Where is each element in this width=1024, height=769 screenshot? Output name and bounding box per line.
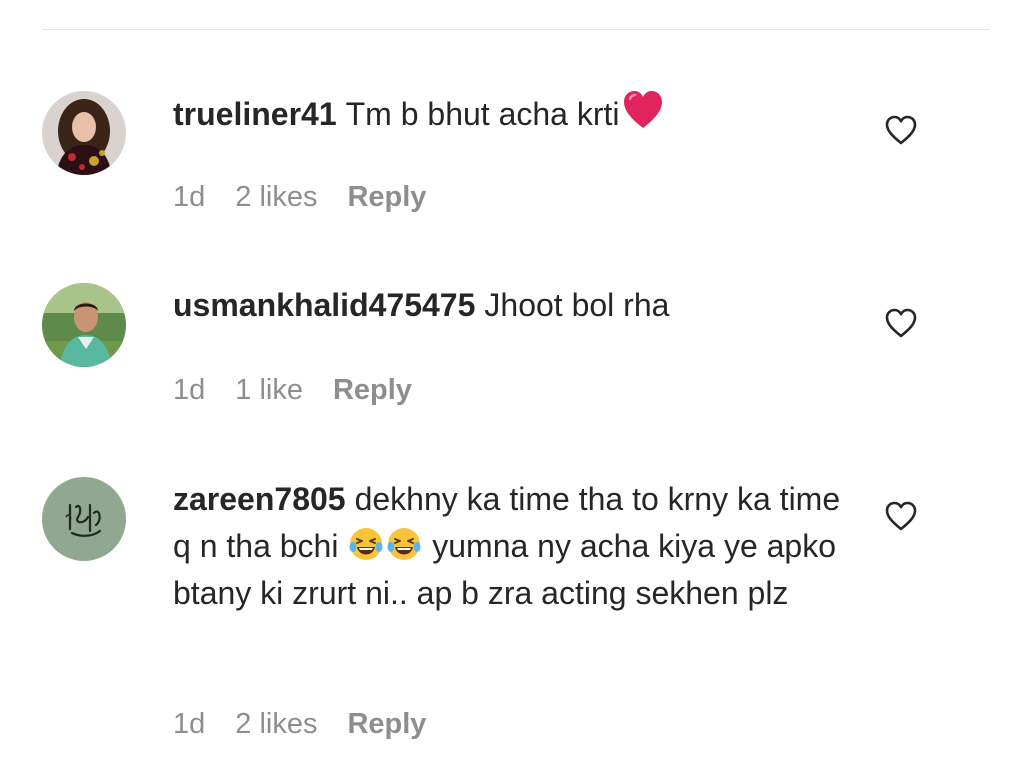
avatar-photo-icon [42,283,126,367]
comment-text: trueliner41 Tm b bhut acha krti [173,90,863,138]
comment-body: Jhoot bol rha [484,287,670,323]
like-heart-icon[interactable] [884,114,918,146]
top-divider [42,29,990,30]
like-count[interactable]: 2 likes [235,708,317,740]
laughing-tears-icon [387,528,421,560]
avatar[interactable] [42,91,126,175]
like-count[interactable]: 2 likes [235,181,317,213]
comment-meta: 1d 2 likes Reply [173,181,456,214]
timestamp: 1d [173,181,206,213]
reply-button[interactable]: Reply [333,374,412,406]
comments-page: trueliner41 Tm b bhut acha krti 1d 2 likes… [0,0,1024,769]
username[interactable]: usmankhalid475475 [173,287,475,323]
reply-button[interactable]: Reply [347,181,426,213]
reply-button[interactable]: Reply [347,708,426,740]
avatar[interactable] [42,477,126,561]
timestamp: 1d [173,708,206,740]
comment-meta: 1d 2 likes Reply [173,708,456,741]
avatar[interactable] [42,283,126,367]
comment-text: zareen7805 dekhny ka time tha to krny ka … [173,476,863,617]
like-heart-icon[interactable] [884,307,918,339]
calligraphy-logo-icon [42,477,126,561]
like-heart-icon[interactable] [884,500,918,532]
username[interactable]: zareen7805 [173,481,346,517]
timestamp: 1d [173,374,206,406]
avatar-photo-icon [42,91,126,175]
username[interactable]: trueliner41 [173,96,337,132]
comment-text: usmankhalid475475 Jhoot bol rha [173,282,863,329]
like-count[interactable]: 1 like [235,374,303,406]
comment-meta: 1d 1 like Reply [173,374,442,407]
laughing-tears-icon [349,528,383,560]
red-heart-icon [623,91,662,128]
comment-body: Tm b bhut acha krti [345,96,620,132]
